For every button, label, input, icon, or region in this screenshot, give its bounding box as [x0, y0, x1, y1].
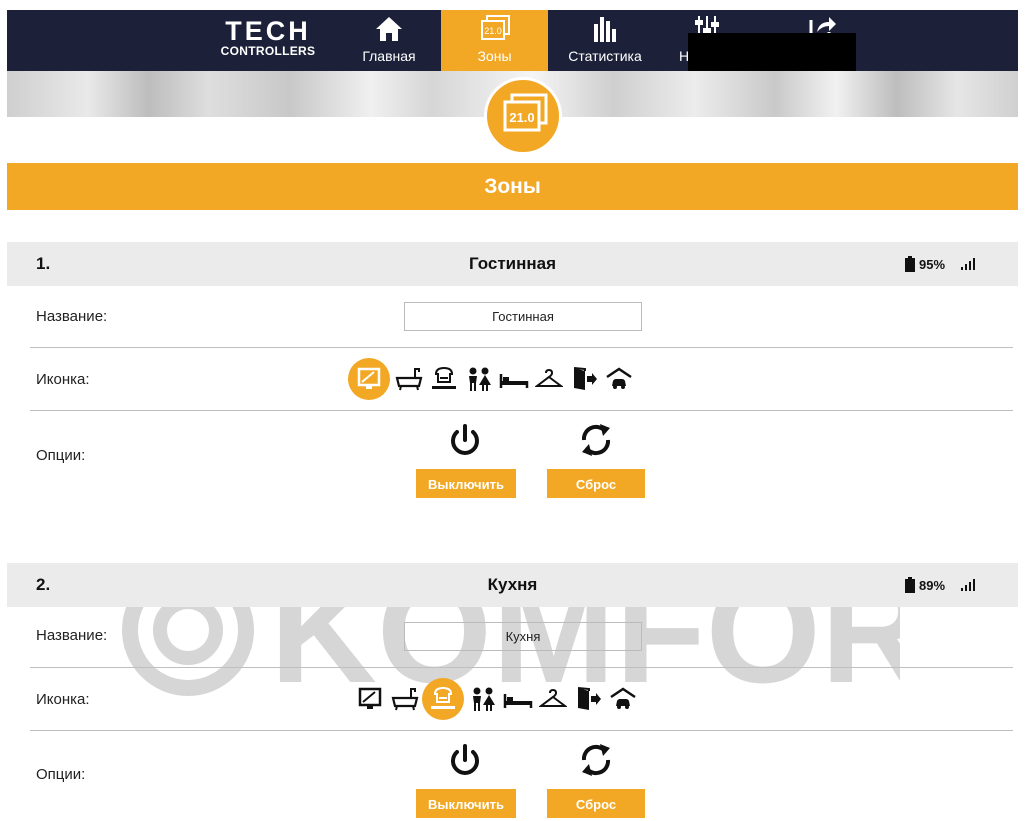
refresh-icon[interactable]: [576, 420, 616, 465]
zone-name-input[interactable]: [404, 622, 642, 651]
name-label: Название:: [36, 627, 108, 644]
battery-level: 89%: [919, 577, 946, 593]
zone-icon-picker: [352, 678, 640, 720]
zone-icon-picker: [348, 358, 636, 400]
refresh-icon[interactable]: [576, 740, 616, 785]
bed-icon[interactable]: [496, 362, 531, 397]
kids-icon[interactable]: [461, 362, 496, 397]
nav-item-statistics[interactable]: Статистика: [560, 10, 650, 71]
statistics-icon: [590, 14, 620, 49]
signal-icon: [961, 579, 976, 591]
brand-logo[interactable]: TECH CONTROLLERS: [213, 16, 323, 59]
door-icon[interactable]: [570, 682, 605, 717]
kids-icon[interactable]: [465, 682, 500, 717]
svg-text:21.0: 21.0: [484, 26, 502, 36]
garage-icon[interactable]: [605, 682, 640, 717]
divider: [30, 667, 1013, 668]
zones-badge: 21.0: [484, 77, 562, 155]
nav-item-zones[interactable]: 21.0 Зоны: [441, 10, 548, 71]
reset-button[interactable]: Сброс: [547, 789, 645, 818]
zone-name: Кухня: [487, 575, 538, 594]
nav-label-home: Главная: [362, 48, 416, 64]
divider: [30, 347, 1013, 348]
options-label: Опции:: [36, 447, 86, 464]
battery-level: 95%: [919, 256, 946, 272]
svg-text:21.0: 21.0: [509, 110, 534, 125]
zones-icon: 21.0: [478, 14, 512, 49]
garage-icon[interactable]: [601, 362, 636, 397]
zone-status: 95%: [905, 256, 976, 272]
power-icon[interactable]: [447, 423, 483, 464]
door-icon[interactable]: [566, 362, 601, 397]
hanger-icon[interactable]: [531, 362, 566, 397]
name-label: Название:: [36, 308, 108, 325]
kitchen-icon[interactable]: [422, 678, 464, 720]
redaction-box: [688, 33, 856, 73]
tv-icon[interactable]: [352, 682, 387, 717]
logo-line-2: CONTROLLERS: [220, 44, 316, 58]
turn-off-button[interactable]: Выключить: [416, 469, 516, 498]
bathtub-icon[interactable]: [387, 682, 422, 717]
zone-header: 1. Гостинная 95%: [7, 242, 1018, 286]
power-icon[interactable]: [447, 743, 483, 784]
signal-icon: [961, 258, 976, 270]
nav-label-zones: Зоны: [477, 48, 512, 64]
zone-status: 89%: [905, 577, 976, 593]
zones-badge-icon: 21.0: [503, 93, 548, 132]
tv-icon[interactable]: [348, 358, 390, 400]
zone-name-input[interactable]: [404, 302, 642, 331]
options-label: Опции:: [36, 766, 86, 783]
turn-off-button[interactable]: Выключить: [416, 789, 516, 818]
bathtub-icon[interactable]: [391, 362, 426, 397]
icon-label: Иконка:: [36, 371, 90, 388]
nav-label-statistics: Статистика: [568, 48, 642, 64]
battery-icon: [905, 256, 915, 272]
reset-button[interactable]: Сброс: [547, 469, 645, 498]
kitchen-icon[interactable]: [426, 362, 461, 397]
icon-label: Иконка:: [36, 691, 90, 708]
battery-icon: [905, 577, 915, 593]
zone-name: Гостинная: [468, 254, 557, 273]
divider: [30, 410, 1013, 411]
hanger-icon[interactable]: [535, 682, 570, 717]
section-title: Зоны: [7, 163, 1018, 210]
zone-header: 2. Кухня 89%: [7, 563, 1018, 607]
nav-item-home[interactable]: Главная: [352, 10, 426, 71]
divider: [30, 730, 1013, 731]
bed-icon[interactable]: [500, 682, 535, 717]
top-navbar: TECH CONTROLLERS Главная 21.0 Зоны Стати…: [7, 10, 1018, 71]
home-icon: [374, 14, 404, 49]
logo-line-1: TECH: [225, 16, 311, 46]
